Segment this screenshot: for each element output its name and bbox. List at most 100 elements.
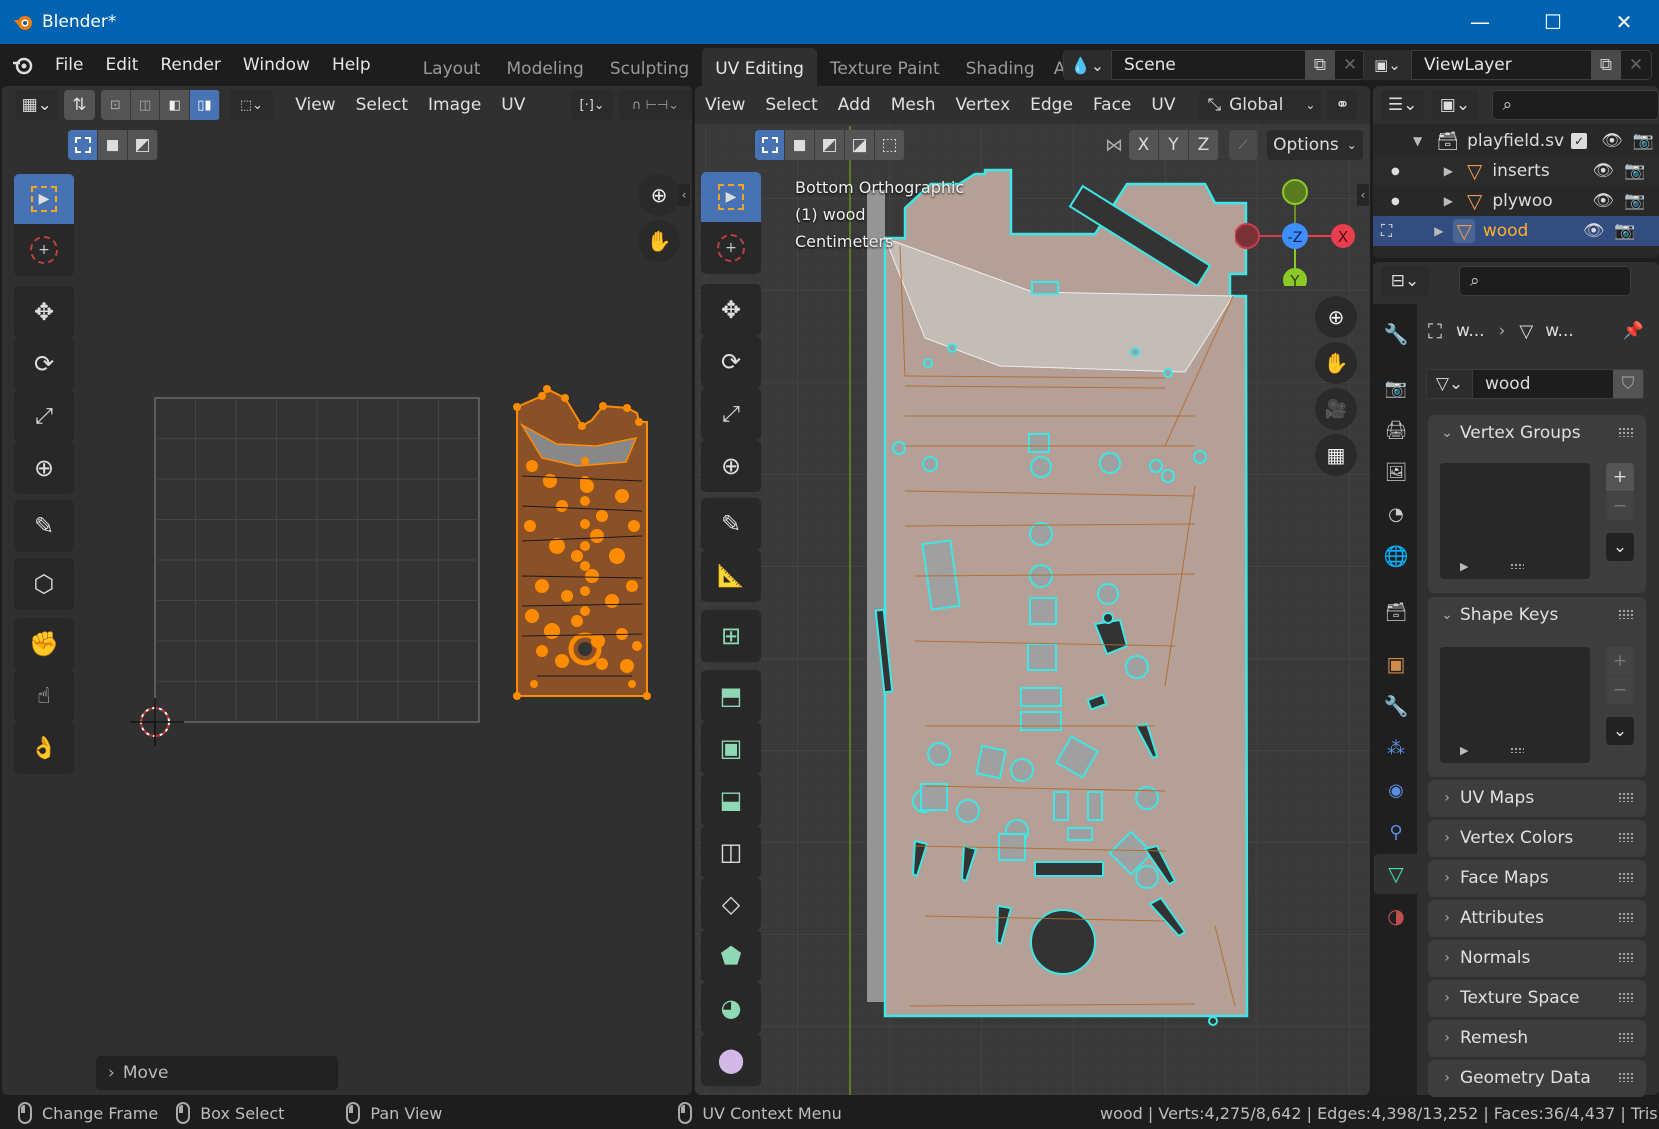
viewlayer-new-button[interactable]: ⧉ [1591,50,1621,80]
camera-icon[interactable]: 📷 [1624,161,1645,181]
mesh-datablock-selector[interactable]: ▽⌄ wood ⛉ [1426,369,1644,399]
drag-handle-icon[interactable] [1618,609,1634,619]
shape-key-specials-button[interactable]: ⌄ [1606,717,1634,745]
drag-handle-icon[interactable] [1618,872,1634,882]
eye-icon[interactable]: 👁 [1592,161,1614,181]
gizmo-neg-x[interactable] [1235,223,1260,249]
mesh-browse-button[interactable]: ▽⌄ [1427,370,1473,398]
mesh-name-field[interactable]: wood [1473,374,1613,394]
menu-edit[interactable]: Edit [94,44,149,86]
outliner-search[interactable]: ⌕ [1491,90,1659,120]
outliner-editor-type[interactable]: ☰⌄ [1381,90,1425,120]
outliner-search-input[interactable] [1518,97,1649,113]
viewlayer-name[interactable]: ViewLayer [1412,55,1591,75]
vp-pan-button[interactable]: ✋ [1315,342,1357,384]
tab-physics[interactable]: ◉ [1376,770,1416,810]
remove-vertex-group-button[interactable]: − [1606,492,1634,520]
blender-menu-button[interactable] [0,54,44,76]
fake-user-button[interactable]: ⛉ [1613,370,1643,398]
vp-tool-loop-cut[interactable]: ◫ [701,826,761,878]
viewlayer-selector[interactable]: ▣⌄ ViewLayer ⧉ ✕ [1363,50,1652,80]
vp-tool-move[interactable]: ✥ [701,284,761,336]
scene-name[interactable]: Scene [1112,55,1305,75]
vp-tool-smooth[interactable]: ⬤ [701,1034,761,1086]
pin-icon[interactable]: 📌 [1623,321,1644,341]
scene-browse-button[interactable]: 💧⌄ [1064,50,1112,80]
eye-icon[interactable]: 👁 [1592,191,1614,211]
vp-tool-extrude[interactable]: ⬒ [701,670,761,722]
scene-new-button[interactable]: ⧉ [1305,50,1335,80]
vp-tool-bevel[interactable]: ⬓ [701,774,761,826]
vp-tool-cursor[interactable]: + [701,222,761,274]
vp-tool-rotate[interactable]: ⟳ [701,336,761,388]
drag-handle-icon[interactable] [1618,952,1634,962]
tab-shading[interactable]: Shading [953,48,1048,86]
outliner-display-mode[interactable]: ▣⌄ [1432,90,1478,120]
checkbox-icon[interactable]: ✓ [1571,133,1588,149]
add-vertex-group-button[interactable]: + [1606,463,1634,491]
drag-handle-icon[interactable] [1618,992,1634,1002]
tab-scene[interactable]: ◔ [1376,494,1416,534]
menu-help[interactable]: Help [321,44,382,86]
panel-header[interactable]: ⌄ Vertex Groups [1428,415,1646,451]
drag-handle-icon[interactable] [1618,427,1634,437]
vp-ortho-toggle[interactable]: ▦ [1315,434,1357,476]
uv-canvas[interactable] [2,86,692,1095]
eye-icon[interactable]: 👁 [1601,131,1623,151]
navigation-gizmo[interactable]: X Y -Z [1235,176,1365,286]
tab-constraints[interactable]: ⚲ [1376,812,1416,852]
panel-geometry-data[interactable]: › Geometry Data [1428,1060,1646,1097]
uv-island[interactable] [513,385,651,700]
vp-tool-annotate[interactable]: ✎ [701,498,761,550]
panel-normals[interactable]: › Normals [1428,940,1646,977]
vp-camera-button[interactable]: 🎥 [1315,388,1357,430]
remove-shape-key-button[interactable]: − [1606,676,1634,704]
vertex-groups-list[interactable]: ▶ [1440,463,1590,579]
camera-icon[interactable]: 📷 [1633,131,1654,151]
outliner-collection-row[interactable]: ▼ 🗃 playfield.sv ✓ 👁 📷 [1373,126,1659,156]
panel-remesh[interactable]: › Remesh [1428,1020,1646,1057]
scene-delete-button[interactable]: ✕ [1335,50,1365,80]
menu-render[interactable]: Render [149,44,232,86]
menu-window[interactable]: Window [232,44,321,86]
drag-handle-icon[interactable] [1618,912,1634,922]
panel-face-maps[interactable]: › Face Maps [1428,860,1646,897]
tab-texture-paint[interactable]: Texture Paint [817,48,953,86]
vp-zoom-button[interactable]: ⊕ [1315,296,1357,338]
shape-keys-list[interactable]: ▶ [1440,647,1590,763]
panel-header[interactable]: ⌄ Shape Keys [1428,597,1646,633]
vp-tool-transform[interactable]: ⊕ [701,440,761,492]
panel-texture-space[interactable]: › Texture Space [1428,980,1646,1017]
gizmo-neg-y[interactable] [1282,179,1308,205]
camera-icon[interactable]: 📷 [1624,191,1645,211]
viewlayer-delete-button[interactable]: ✕ [1621,50,1651,80]
tab-tool[interactable]: 🔧 [1376,314,1416,354]
vp-tool-scale[interactable]: ⤢ [701,388,761,440]
tab-output[interactable]: 🖨 [1376,410,1416,450]
panel-attributes[interactable]: › Attributes [1428,900,1646,937]
vp-tool-add-cube[interactable]: ⊞ [701,610,761,662]
camera-icon[interactable]: 📷 [1614,221,1635,241]
tab-collection[interactable]: 🗃 [1376,592,1416,632]
tab-material[interactable]: ◑ [1376,896,1416,936]
outliner-item-wood[interactable]: ⛶ ▶ ▽ wood 👁 📷 [1373,216,1659,246]
vertex-group-specials-button[interactable]: ⌄ [1606,533,1634,561]
vp-tool-select-box[interactable]: ▶ [701,172,761,222]
menu-file[interactable]: File [44,44,94,86]
drag-handle-icon[interactable] [1618,1032,1634,1042]
maximize-button[interactable]: ☐ [1518,0,1588,44]
properties-editor-type[interactable]: ⊟⌄ [1381,266,1429,296]
add-shape-key-button[interactable]: + [1606,647,1634,675]
vp-tool-poly-build[interactable]: ⬟ [701,930,761,982]
eye-icon[interactable]: 👁 [1583,221,1605,241]
vp-tool-inset[interactable]: ▣ [701,722,761,774]
vp-sidebar-toggle[interactable]: ‹ [1357,184,1369,206]
viewlayer-browse-button[interactable]: ▣⌄ [1364,50,1412,80]
3d-viewport[interactable]: View Select Add Mesh Vertex Edge Face UV… [695,86,1370,1095]
drag-handle-icon[interactable] [1618,792,1634,802]
tab-view-layer[interactable]: 🖼 [1376,452,1416,492]
vp-tool-measure[interactable]: 📐 [701,550,761,602]
outliner-item-plywoo[interactable]: ● ▶ ▽ plywoo 👁 📷 [1373,186,1659,216]
tab-data[interactable]: ▽ [1374,854,1418,894]
tab-layout[interactable]: Layout [410,48,494,86]
